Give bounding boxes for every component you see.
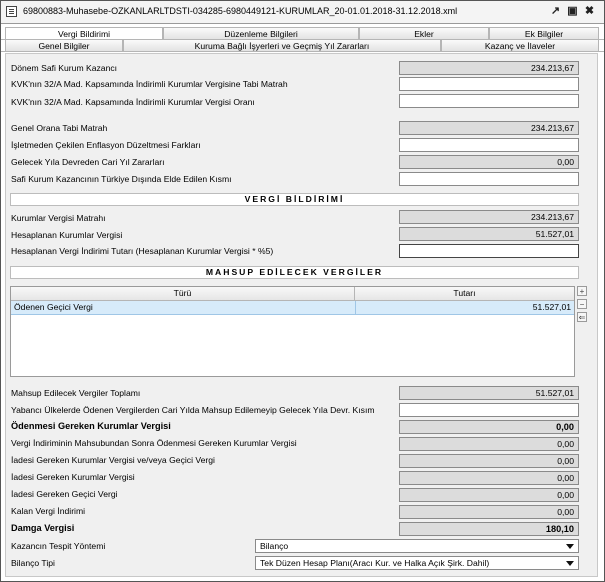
cell-tutari[interactable]: 51.527,01: [355, 301, 571, 314]
tab-duzenleme-bilgileri[interactable]: Düzenleme Bilgileri: [163, 27, 359, 39]
tab-ek-bilgiler[interactable]: Ek Bilgiler: [489, 27, 599, 39]
tab-kuruma-bagli-isyerleri[interactable]: Kuruma Bağlı İşyerleri ve Geçmiş Yıl Zar…: [123, 39, 441, 51]
indirim-sonrasi-kv-field: 0,00: [399, 437, 579, 451]
field-label: Vergi İndiriminin Mahsubundan Sonra Öden…: [11, 438, 297, 448]
kalan-vergi-indirimi-field: 0,00: [399, 505, 579, 519]
bilanco-tipi-select[interactable]: Tek Düzen Hesap Planı(Aracı Kur. ve Halk…: [255, 556, 579, 570]
maximize-icon[interactable]: ▣: [566, 5, 579, 18]
move-row-button[interactable]: ⇐: [577, 312, 587, 322]
field-label: İadesi Gereken Kurumlar Vergisi ve/veya …: [11, 455, 215, 465]
odenmesi-gereken-kv-field: 0,00: [399, 420, 579, 434]
field-label: İadesi Gereken Geçici Vergi: [11, 489, 118, 499]
field-label: Bilanço Tipi: [11, 558, 55, 568]
select-value: Tek Düzen Hesap Planı(Aracı Kur. ve Halk…: [260, 558, 490, 568]
close-icon[interactable]: ✖: [583, 5, 596, 18]
tab-kazanc-ve-ilaveler[interactable]: Kazanç ve İlaveler: [441, 39, 599, 51]
tab-ekler[interactable]: Ekler: [359, 27, 489, 39]
title-bar: 69800883-Muhasebe-OZKANLARLTDSTI-034285-…: [1, 1, 604, 24]
field-label: Hesaplanan Vergi İndirimi Tutarı (Hesapl…: [11, 246, 274, 256]
field-label: İadesi Gereken Kurumlar Vergisi: [11, 472, 135, 482]
field-label: KVK'nın 32/A Mad. Kapsamında İndirimli K…: [11, 97, 255, 107]
iadesi-gereken-kv-gecici-field: 0,00: [399, 454, 579, 468]
table-row[interactable]: Ödenen Geçici Vergi 51.527,01: [11, 301, 574, 315]
field-label: Dönem Safi Kurum Kazancı: [11, 63, 118, 73]
field-label: KVK'nın 32/A Mad. Kapsamında İndirimli K…: [11, 79, 288, 89]
kazanc-tespit-yontemi-select[interactable]: Bilanço: [255, 539, 579, 553]
tab-genel-bilgiler[interactable]: Genel Bilgiler: [5, 39, 123, 51]
damga-vergisi-field: 180,10: [399, 522, 579, 536]
field-label: Genel Orana Tabi Matrah: [11, 123, 108, 133]
mahsup-header: MAHSUP EDİLECEK VERGİLER: [10, 266, 579, 279]
iadesi-gereken-gecici-field: 0,00: [399, 488, 579, 502]
genel-orana-tabi-matrah-field: 234.213,67: [399, 121, 579, 135]
mahsup-grid: Türü Tutarı Ödenen Geçici Vergi 51.527,0…: [10, 286, 575, 377]
tab-vergi-bildirimi[interactable]: Vergi Bildirimi: [5, 27, 163, 39]
field-label: Gelecek Yıla Devreden Cari Yıl Zararları: [11, 157, 165, 167]
field-label: Yabancı Ülkelerde Ödenen Vergilerden Car…: [11, 405, 375, 415]
hesaplanan-kurumlar-vergisi-field: 51.527,01: [399, 227, 579, 241]
tab-row-2: Genel Bilgiler Kuruma Bağlı İşyerleri ve…: [1, 39, 604, 52]
kurumlar-vergisi-matrahi-field: 234.213,67: [399, 210, 579, 224]
field-label: Hesaplanan Kurumlar Vergisi: [11, 230, 123, 240]
field-label: Kazancın Tespit Yöntemi: [11, 541, 106, 551]
vergi-indirimi-input[interactable]: [399, 244, 579, 258]
field-label: Kalan Vergi İndirimi: [11, 506, 86, 516]
remove-row-button[interactable]: −: [577, 299, 587, 309]
field-label: Damga Vergisi: [11, 523, 75, 533]
chevron-down-icon[interactable]: [566, 544, 574, 549]
field-label: İşletmeden Çekilen Enflasyon Düzeltmesi …: [11, 140, 201, 150]
vergi-bildirimi-header: VERGİ BİLDİRİMİ: [10, 193, 579, 206]
restore-icon[interactable]: ↗: [549, 5, 562, 18]
document-icon: [6, 6, 17, 17]
field-label: Ödenmesi Gereken Kurumlar Vergisi: [11, 421, 171, 431]
window-title: 69800883-Muhasebe-OZKANLARLTDSTI-034285-…: [23, 6, 458, 16]
column-header-turu[interactable]: Türü: [11, 287, 355, 300]
field-label: Safi Kurum Kazancının Türkiye Dışında El…: [11, 174, 232, 184]
mahsup-toplami-field: 51.527,01: [399, 386, 579, 400]
iadesi-gereken-kv-field: 0,00: [399, 471, 579, 485]
grid-header: Türü Tutarı: [11, 287, 574, 301]
vergi-bildirimi-panel: Dönem Safi Kurum Kazancı 234.213,67 KVK'…: [5, 53, 598, 577]
enflasyon-farklari-input[interactable]: [399, 138, 579, 152]
field-label: Kurumlar Vergisi Matrahı: [11, 213, 106, 223]
yurtdisi-kazanc-input[interactable]: [399, 172, 579, 186]
cell-turu[interactable]: Ödenen Geçici Vergi: [14, 301, 93, 314]
add-row-button[interactable]: +: [577, 286, 587, 296]
yabanci-ulke-vergileri-input[interactable]: [399, 403, 579, 417]
indirimli-oran-input[interactable]: [399, 94, 579, 108]
indirimli-matrah-input[interactable]: [399, 77, 579, 91]
field-label: Mahsup Edilecek Vergiler Toplamı: [11, 388, 141, 398]
app-window: 69800883-Muhasebe-OZKANLARLTDSTI-034285-…: [0, 0, 605, 582]
select-value: Bilanço: [260, 541, 289, 551]
donem-safi-kurum-kazanci-field: 234.213,67: [399, 61, 579, 75]
devreden-zararlar-field: 0,00: [399, 155, 579, 169]
column-header-tutari[interactable]: Tutarı: [355, 287, 574, 300]
chevron-down-icon[interactable]: [566, 561, 574, 566]
